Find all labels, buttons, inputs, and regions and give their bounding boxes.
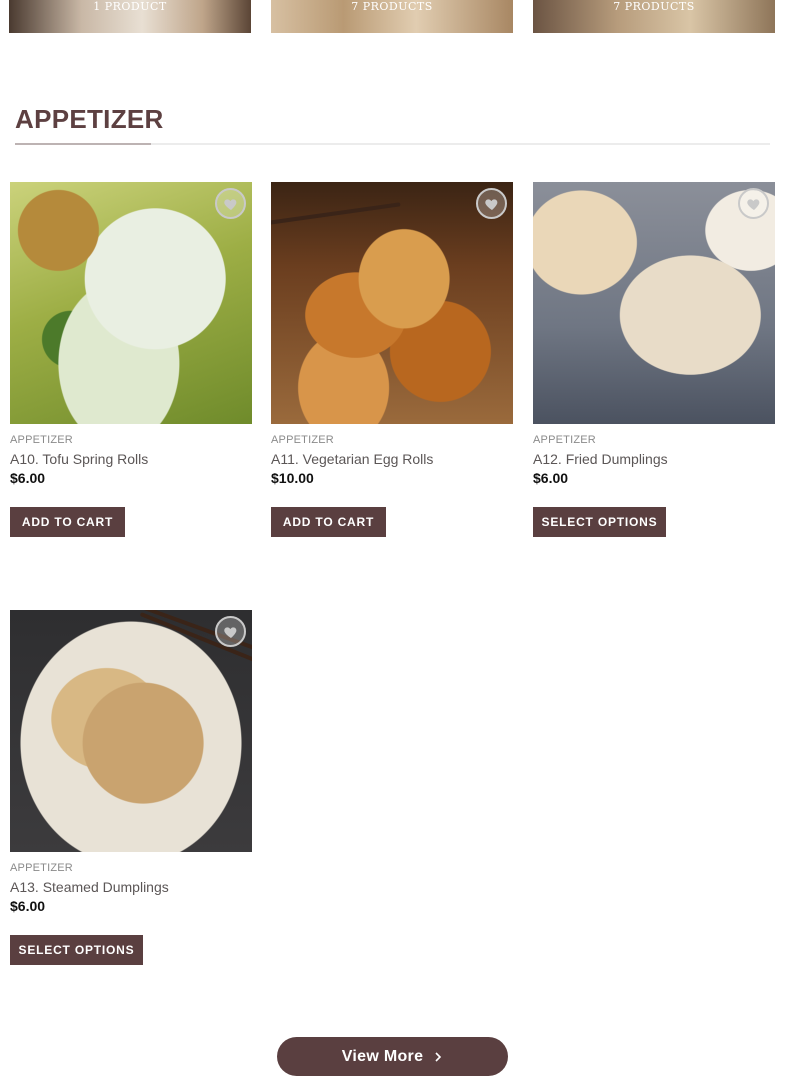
chevron-right-icon [435, 1051, 442, 1062]
product-price: $6.00 [10, 470, 46, 486]
category-tile[interactable]: 1 PRODUCT [9, 0, 251, 33]
product-category[interactable]: APPETIZER [10, 434, 253, 446]
section-title-underline [15, 143, 151, 145]
category-tile[interactable]: 7 PRODUCTS [271, 0, 513, 33]
product-card: APPETIZER A12. Fried Dumplings $6.00 [533, 182, 776, 486]
category-tile[interactable]: 7 PRODUCTS [533, 0, 775, 33]
category-count: 7 PRODUCTS [613, 0, 695, 13]
category-count: 1 PRODUCT [93, 0, 167, 13]
product-image[interactable] [271, 182, 513, 424]
product-category[interactable]: APPETIZER [271, 434, 514, 446]
product-card: APPETIZER A10. Tofu Spring Rolls $6.00 [10, 182, 253, 486]
product-price: $6.00 [533, 470, 569, 486]
product-category[interactable]: APPETIZER [533, 434, 776, 446]
view-more-label: View More [341, 1047, 424, 1065]
product-image[interactable] [10, 182, 252, 424]
product-name[interactable]: A10. Tofu Spring Rolls [10, 451, 253, 467]
heart-icon[interactable] [215, 616, 246, 647]
chopsticks-decoration [271, 202, 401, 226]
product-image[interactable] [10, 610, 252, 852]
product-card: APPETIZER A11. Vegetarian Egg Rolls $10.… [271, 182, 514, 486]
add-to-cart-button[interactable]: ADD TO CART [271, 507, 386, 537]
view-more-button[interactable]: View More [277, 1037, 508, 1076]
select-options-button[interactable]: SELECT OPTIONS [533, 507, 666, 537]
select-options-button[interactable]: SELECT OPTIONS [10, 935, 143, 965]
product-name[interactable]: A13. Steamed Dumplings [10, 879, 253, 895]
section-title: APPETIZER [15, 104, 164, 134]
heart-icon[interactable] [476, 188, 507, 219]
product-name[interactable]: A12. Fried Dumplings [533, 451, 776, 467]
heart-icon[interactable] [738, 188, 769, 219]
product-price: $10.00 [271, 470, 314, 486]
heart-icon[interactable] [215, 188, 246, 219]
product-name[interactable]: A11. Vegetarian Egg Rolls [271, 451, 514, 467]
product-price: $6.00 [10, 898, 46, 914]
product-category[interactable]: APPETIZER [10, 862, 253, 874]
add-to-cart-button[interactable]: ADD TO CART [10, 507, 125, 537]
category-count: 7 PRODUCTS [351, 0, 433, 13]
product-image[interactable] [533, 182, 775, 424]
category-strip: 1 PRODUCT 7 PRODUCTS 7 PRODUCTS [0, 0, 785, 34]
product-card: APPETIZER A13. Steamed Dumplings $6.00 [10, 610, 253, 914]
